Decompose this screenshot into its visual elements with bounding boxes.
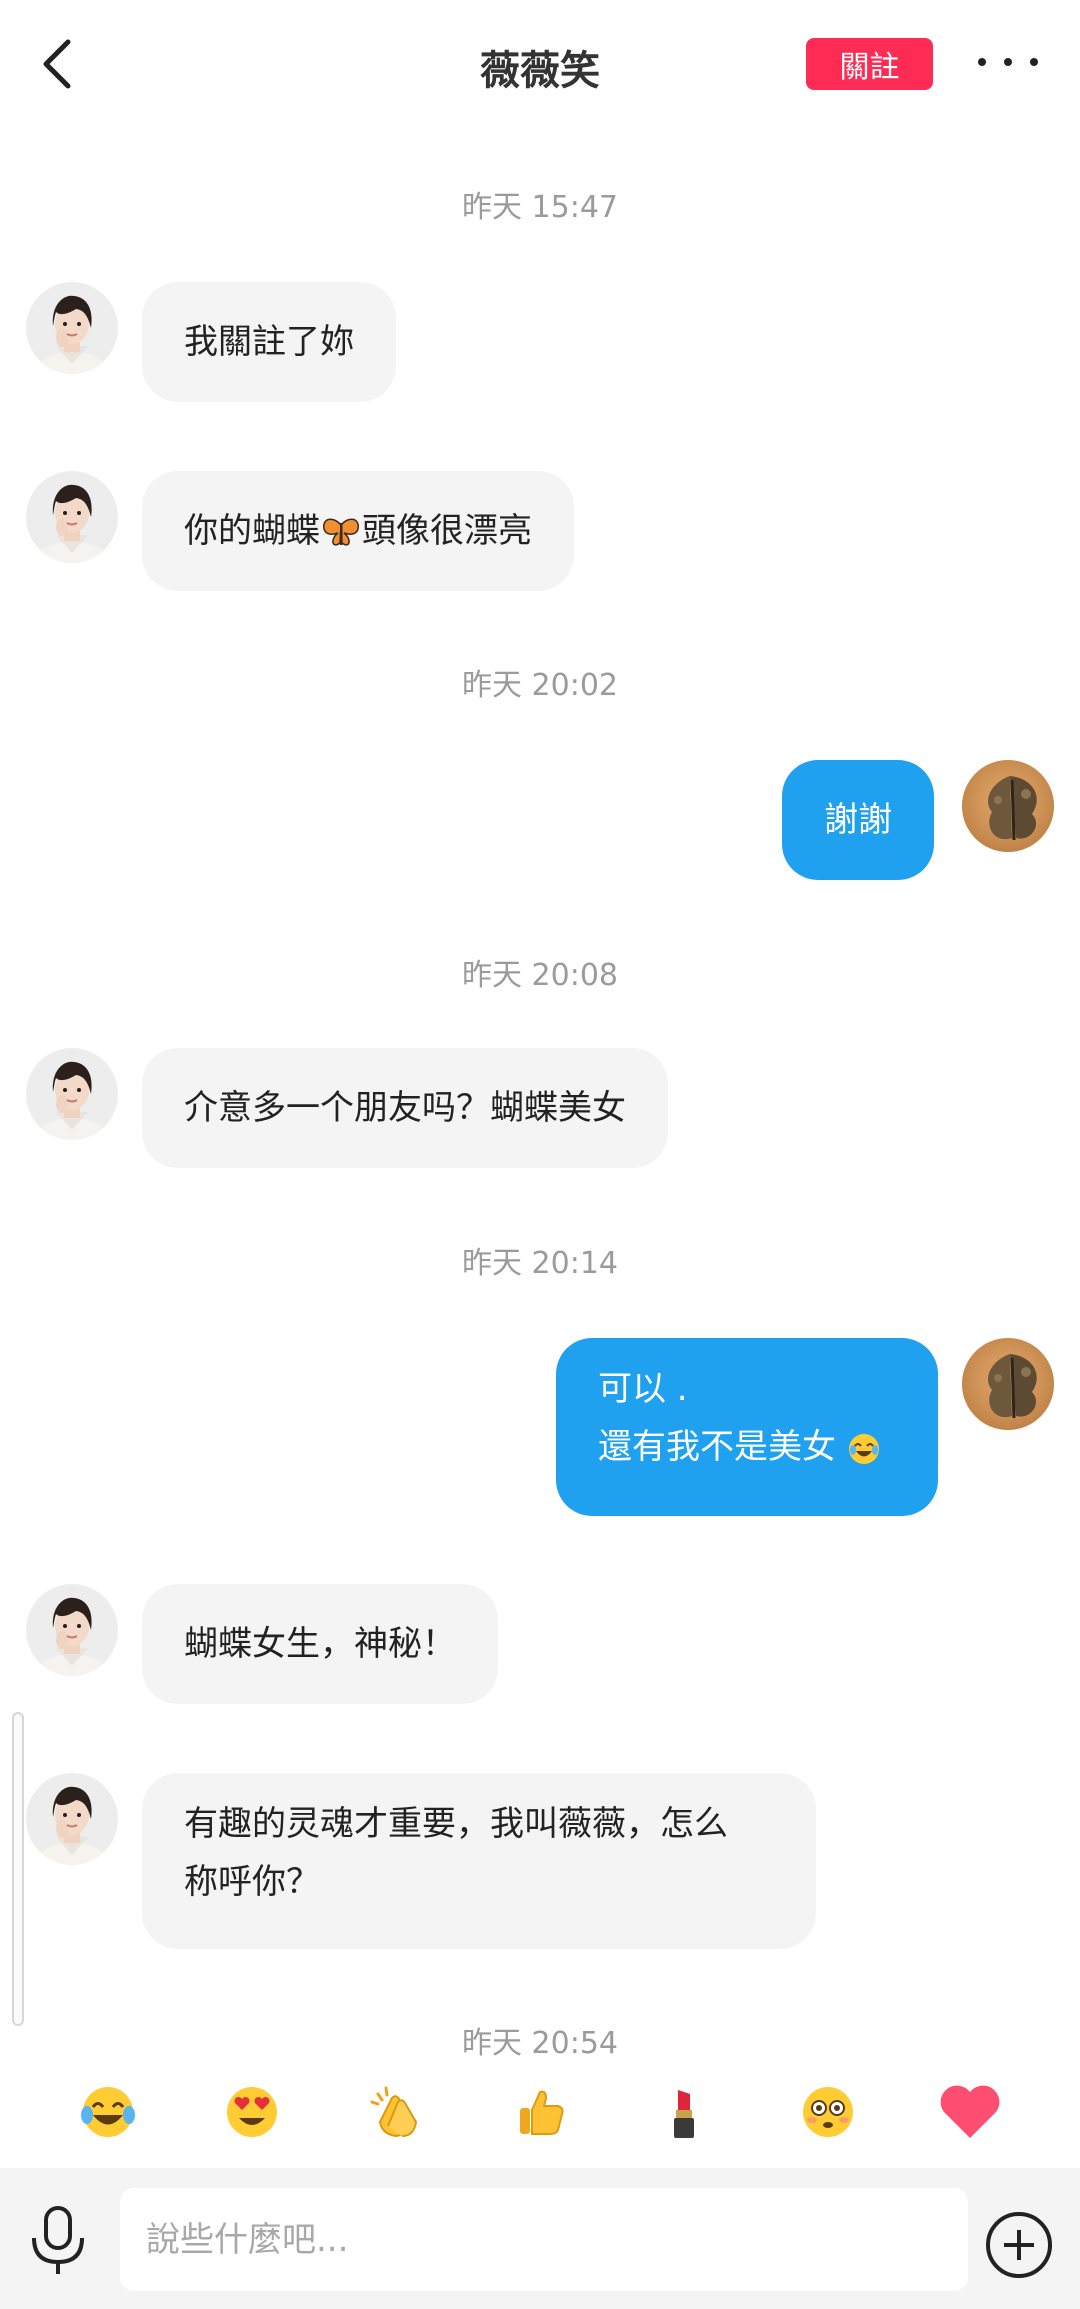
chat-header: 薇薇笑 關註 bbox=[0, 0, 1080, 130]
microphone-icon[interactable] bbox=[26, 2206, 90, 2276]
message-text: 有趣的灵魂才重要，我叫薇薇，怎么 bbox=[184, 1804, 728, 1844]
outgoing-message-bubble[interactable]: 謝謝 bbox=[782, 760, 934, 880]
message-text: 称呼你？ bbox=[184, 1862, 320, 1902]
joy-emoji-icon bbox=[848, 1433, 879, 1464]
contact-avatar[interactable] bbox=[26, 282, 118, 374]
message-text: 謝謝 bbox=[824, 800, 892, 840]
incoming-message-bubble[interactable]: 有趣的灵魂才重要，我叫薇薇，怎么 称呼你？ bbox=[142, 1773, 816, 1949]
lipstick-emoji-icon[interactable] bbox=[654, 2082, 714, 2142]
timestamp: 昨天 15:47 bbox=[462, 190, 618, 225]
my-avatar[interactable] bbox=[962, 1338, 1054, 1430]
timestamp: 昨天 20:02 bbox=[462, 668, 618, 703]
message-input-bar bbox=[0, 2168, 1080, 2309]
message-text: 還有我不是美女 bbox=[598, 1427, 836, 1467]
incoming-message-bubble[interactable]: 蝴蝶女生，神秘！ bbox=[142, 1584, 498, 1704]
more-options-icon[interactable] bbox=[978, 42, 1038, 82]
butterfly-emoji-icon bbox=[323, 517, 359, 546]
quick-emoji-bar bbox=[0, 2070, 1080, 2154]
message-text: 可以 . bbox=[598, 1369, 688, 1409]
thumbs-up-emoji-icon[interactable] bbox=[510, 2082, 570, 2142]
message-text: 我關註了妳 bbox=[184, 322, 354, 362]
follow-button[interactable]: 關註 bbox=[806, 38, 933, 90]
message-input[interactable] bbox=[120, 2188, 968, 2291]
contact-avatar[interactable] bbox=[26, 1773, 118, 1865]
contact-avatar[interactable] bbox=[26, 471, 118, 563]
flushed-emoji-icon[interactable] bbox=[798, 2082, 858, 2142]
timestamp: 昨天 20:54 bbox=[462, 2026, 618, 2061]
back-arrow-icon[interactable] bbox=[38, 36, 78, 92]
scrollbar[interactable] bbox=[12, 1712, 24, 2026]
joy-emoji-icon[interactable] bbox=[78, 2082, 138, 2142]
plus-icon[interactable] bbox=[984, 2210, 1054, 2280]
message-text: 蝴蝶女生，神秘！ bbox=[184, 1624, 456, 1664]
message-text: 頭像很漂亮 bbox=[362, 511, 532, 551]
contact-avatar[interactable] bbox=[26, 1584, 118, 1676]
message-text: 你的蝴蝶 bbox=[184, 511, 320, 551]
contact-avatar[interactable] bbox=[26, 1048, 118, 1140]
my-avatar[interactable] bbox=[962, 760, 1054, 852]
incoming-message-bubble[interactable]: 介意多一个朋友吗？蝴蝶美女 bbox=[142, 1048, 668, 1168]
incoming-message-bubble[interactable]: 你的蝴蝶 頭像很漂亮 bbox=[142, 471, 574, 591]
heart-eyes-emoji-icon[interactable] bbox=[222, 2082, 282, 2142]
incoming-message-bubble[interactable]: 我關註了妳 bbox=[142, 282, 396, 402]
outgoing-message-bubble[interactable]: 可以 . 還有我不是美女 bbox=[556, 1338, 938, 1516]
timestamp: 昨天 20:14 bbox=[462, 1246, 618, 1281]
clap-emoji-icon[interactable] bbox=[366, 2082, 426, 2142]
timestamp: 昨天 20:08 bbox=[462, 958, 618, 993]
heart-emoji-icon[interactable] bbox=[938, 2082, 1002, 2142]
message-text: 介意多一个朋友吗？蝴蝶美女 bbox=[184, 1088, 626, 1128]
